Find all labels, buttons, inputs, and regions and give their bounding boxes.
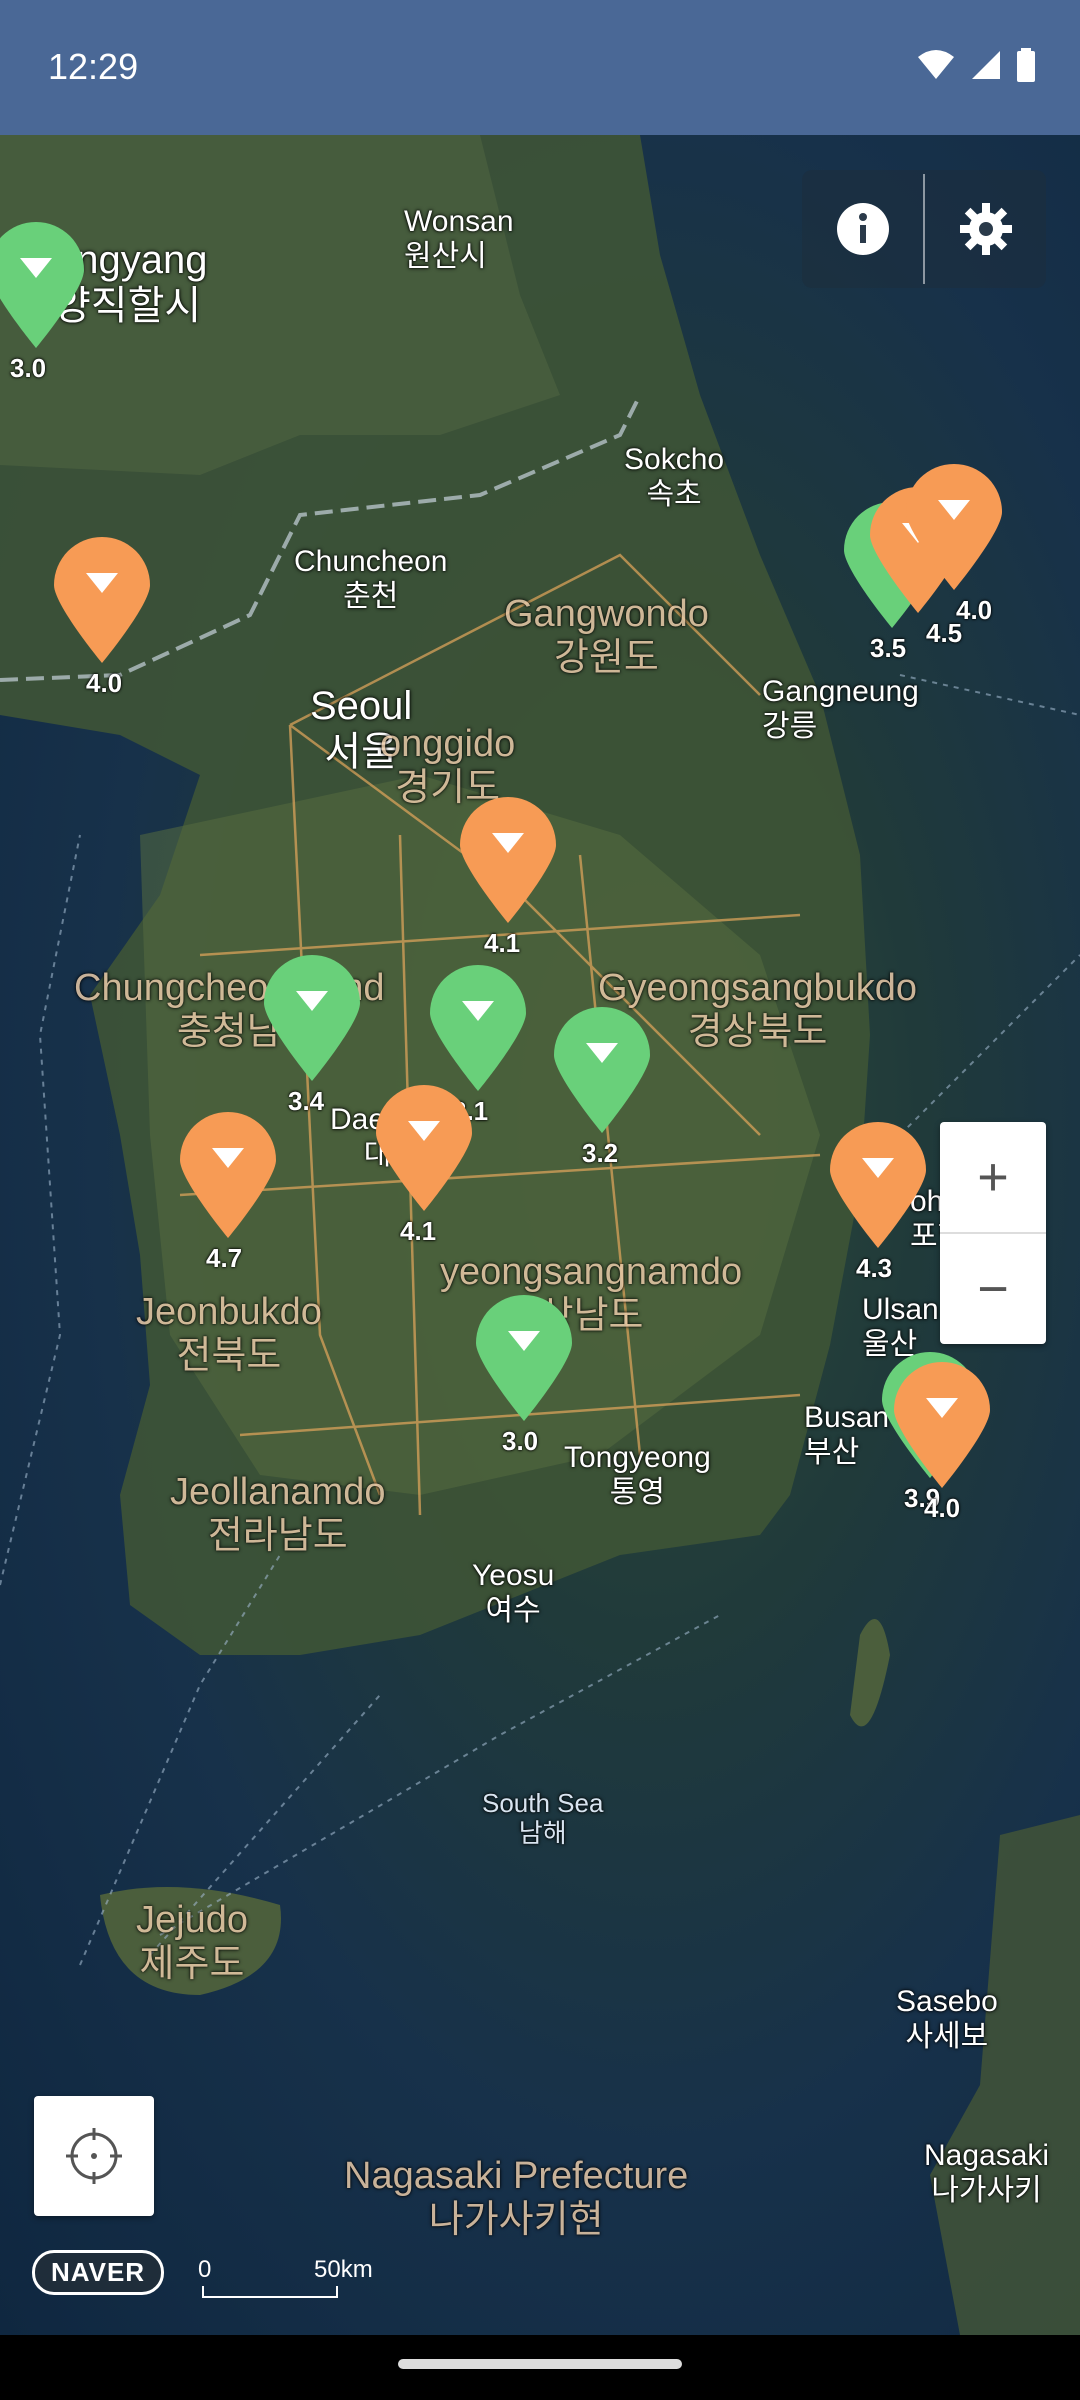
home-gesture-handle[interactable] xyxy=(398,2359,682,2369)
map-view[interactable]: Wonsan 원산시 ongyang 양직할시 Sokcho 속초 Chunch… xyxy=(0,135,1080,2335)
province-gangwondo: Gangwondo 강원도 xyxy=(504,593,709,679)
signal-icon xyxy=(972,51,1000,79)
green-rating-pin[interactable] xyxy=(0,220,86,350)
info-button[interactable] xyxy=(802,170,923,288)
region-nagasaki-prefecture: Nagasaki Prefecture 나가사키현 xyxy=(344,2155,689,2241)
map-top-controls xyxy=(802,170,1046,288)
province-jejudo: Jejudo 제주도 xyxy=(136,1899,248,1985)
scale-start-label: 0 xyxy=(198,2256,212,2283)
system-icons xyxy=(916,48,1036,82)
pin-rating-value: 3.5 xyxy=(870,633,907,663)
pin-rating-value: 4.1 xyxy=(400,1216,437,1246)
pin-rating-value: 3.0 xyxy=(502,1426,539,1456)
locate-button[interactable] xyxy=(34,2096,154,2216)
green-rating-pin[interactable] xyxy=(428,963,528,1093)
info-icon xyxy=(836,203,889,255)
orange-rating-pin[interactable] xyxy=(904,462,1004,592)
zoom-out-button[interactable]: − xyxy=(940,1234,1046,1344)
zoom-control: + − xyxy=(940,1122,1046,1344)
pin-rating-value: 4.0 xyxy=(924,1493,961,1523)
crosshair-icon xyxy=(66,2128,122,2184)
place-chuncheon: Chuncheon 춘천 xyxy=(294,545,448,613)
pin-rating-value: 4.3 xyxy=(856,1253,893,1283)
green-rating-pin[interactable] xyxy=(552,1005,652,1135)
gear-icon xyxy=(959,203,1012,255)
pin-rating-value: 3.2 xyxy=(582,1138,619,1168)
place-wonsan: Wonsan 원산시 xyxy=(404,205,514,273)
settings-button[interactable] xyxy=(925,170,1046,288)
pin-rating-value: 3.0 xyxy=(10,353,47,383)
status-bar: 12:29 xyxy=(0,0,1080,135)
place-busan: Busan 부산 xyxy=(804,1401,890,1469)
zoom-in-button[interactable]: + xyxy=(940,1122,1046,1232)
pin-rating-value: 4.7 xyxy=(206,1243,243,1273)
orange-rating-pin[interactable] xyxy=(892,1360,992,1490)
place-sasebo: Sasebo 사세보 xyxy=(896,1985,998,2053)
place-gangneung: Gangneung 강릉 xyxy=(762,675,919,743)
pin-rating-value: 4.0 xyxy=(86,668,123,698)
green-rating-pin[interactable] xyxy=(474,1293,574,1423)
scale-end-label: 50km xyxy=(314,2256,373,2283)
place-yeosu: Yeosu 여수 xyxy=(472,1559,555,1627)
pin-rating-value: 4.1 xyxy=(484,928,521,958)
sea-south-sea: South Sea 남해 xyxy=(482,1788,604,1848)
orange-rating-pin[interactable] xyxy=(828,1120,928,1250)
pin-rating-value: 3.4 xyxy=(288,1086,325,1116)
place-tongyeong: Tongyeong 통영 xyxy=(564,1441,711,1509)
province-jeollanamdo: Jeollanamdo 전라남도 xyxy=(170,1471,386,1557)
province-jeonbukdo: Jeonbukdo 전북도 xyxy=(136,1291,322,1377)
pin-rating-value: 4.0 xyxy=(956,595,993,625)
battery-icon xyxy=(1017,48,1035,82)
orange-rating-pin[interactable] xyxy=(178,1110,278,1240)
place-nagasaki: Nagasaki 나가사키 xyxy=(924,2139,1050,2207)
place-sokcho: Sokcho 속초 xyxy=(624,443,725,511)
naver-logo[interactable]: NAVER xyxy=(32,2250,165,2295)
orange-rating-pin[interactable] xyxy=(458,795,558,925)
green-rating-pin[interactable] xyxy=(262,953,362,1083)
orange-rating-pin[interactable] xyxy=(374,1083,474,1213)
status-time: 12:29 xyxy=(48,46,139,87)
wifi-icon xyxy=(918,50,954,79)
orange-rating-pin[interactable] xyxy=(52,535,152,665)
navigation-bar xyxy=(0,2335,1080,2400)
scale-bar xyxy=(202,2286,338,2298)
